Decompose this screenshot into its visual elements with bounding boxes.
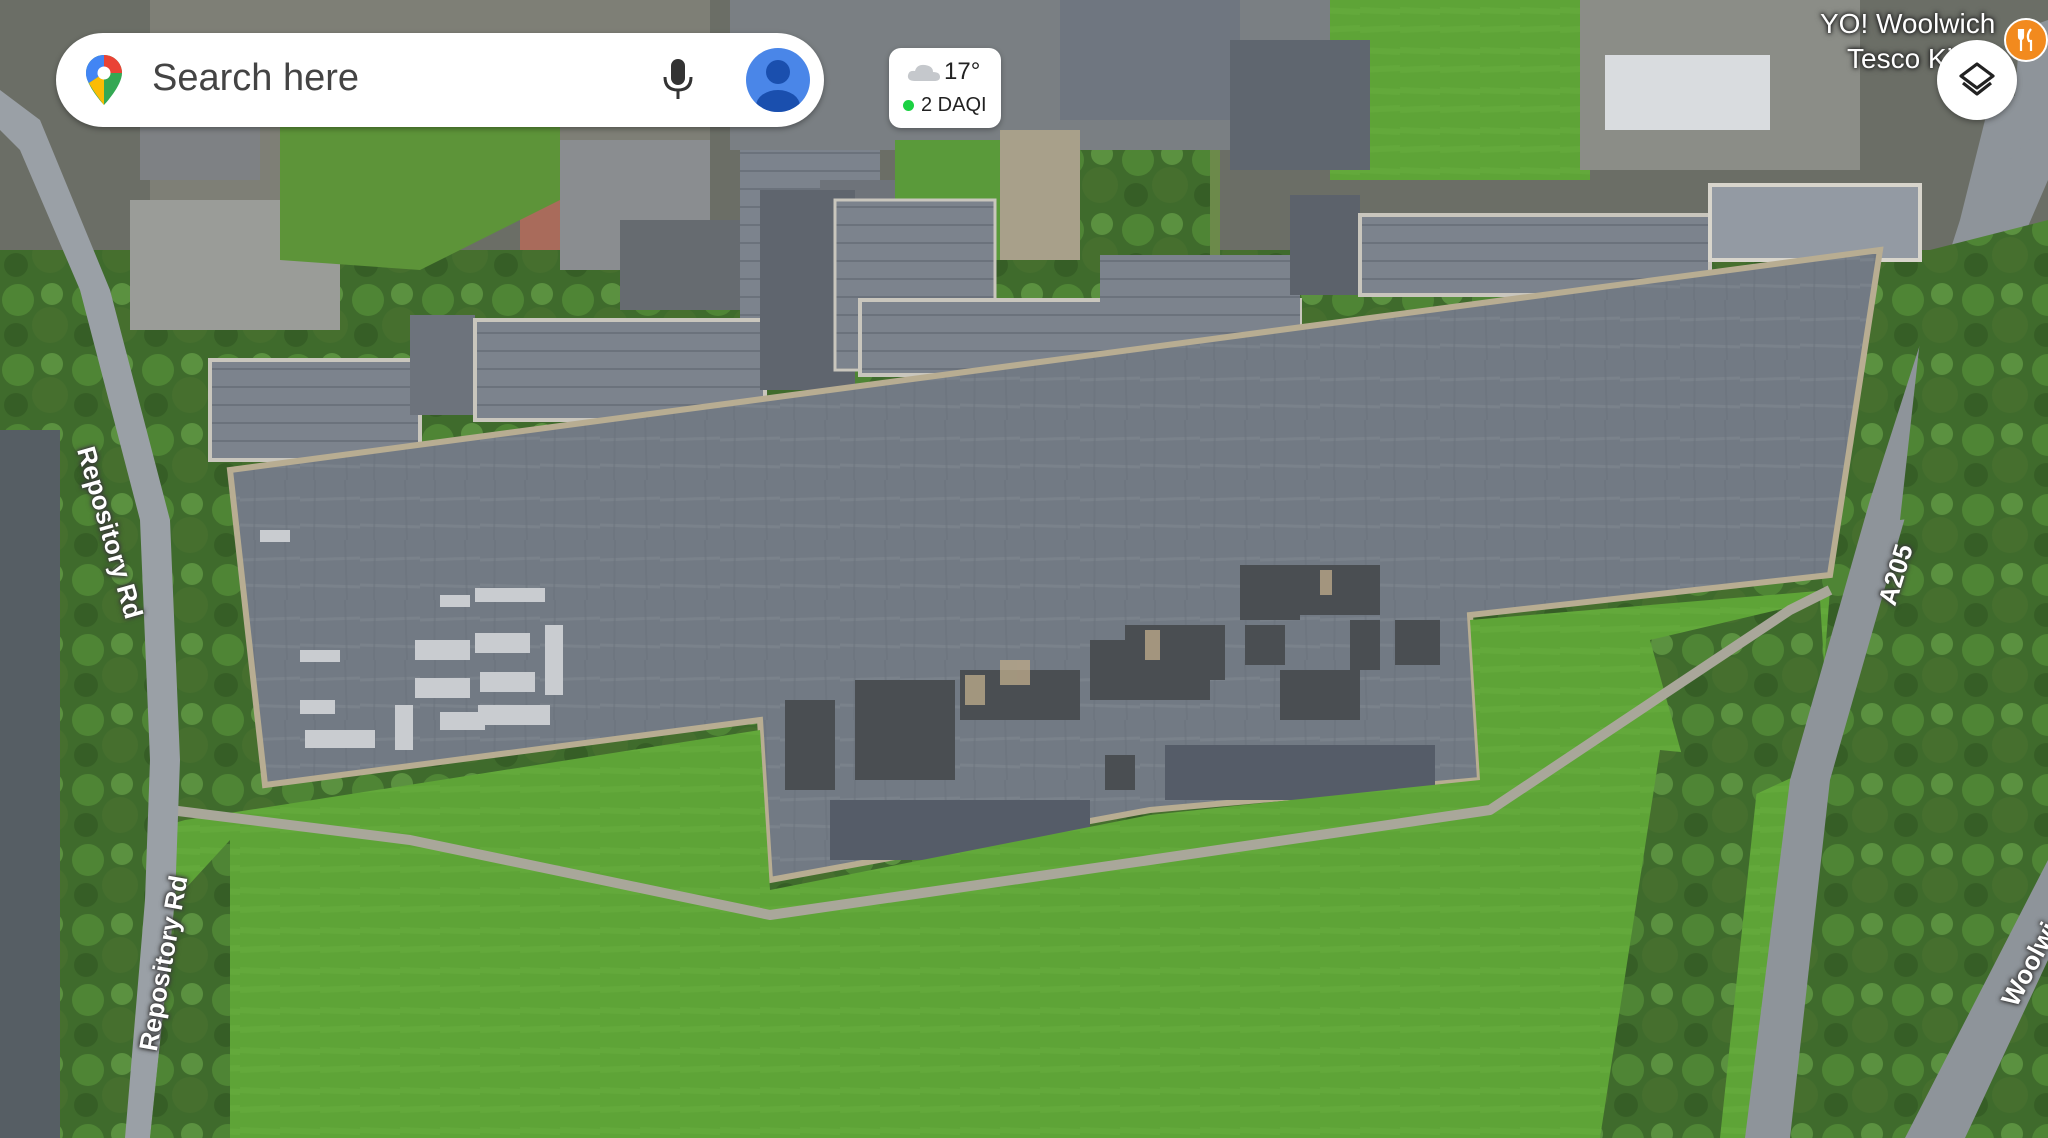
restaurant-icon[interactable] bbox=[2004, 18, 2048, 62]
poi-label-tesco[interactable]: Tesco Ki bbox=[1847, 43, 1953, 75]
aqi-text: 2 DAQI bbox=[921, 94, 987, 116]
account-avatar-icon[interactable] bbox=[746, 48, 810, 112]
search-bar[interactable]: Search here bbox=[56, 33, 824, 127]
aqi-status-dot bbox=[903, 100, 914, 111]
layers-icon bbox=[1959, 62, 1995, 96]
temperature-text: 17° bbox=[944, 58, 981, 85]
cloud-icon bbox=[907, 62, 941, 82]
weather-chip[interactable]: 17° 2 DAQI bbox=[889, 48, 1001, 128]
google-maps-pin-icon bbox=[86, 55, 122, 105]
satellite-map[interactable] bbox=[0, 0, 2048, 1138]
layers-button[interactable] bbox=[1937, 40, 2017, 120]
poi-label-yo-woolwich[interactable]: YO! Woolwich bbox=[1820, 8, 1995, 40]
search-input[interactable]: Search here bbox=[152, 57, 359, 100]
microphone-icon[interactable] bbox=[656, 57, 700, 103]
